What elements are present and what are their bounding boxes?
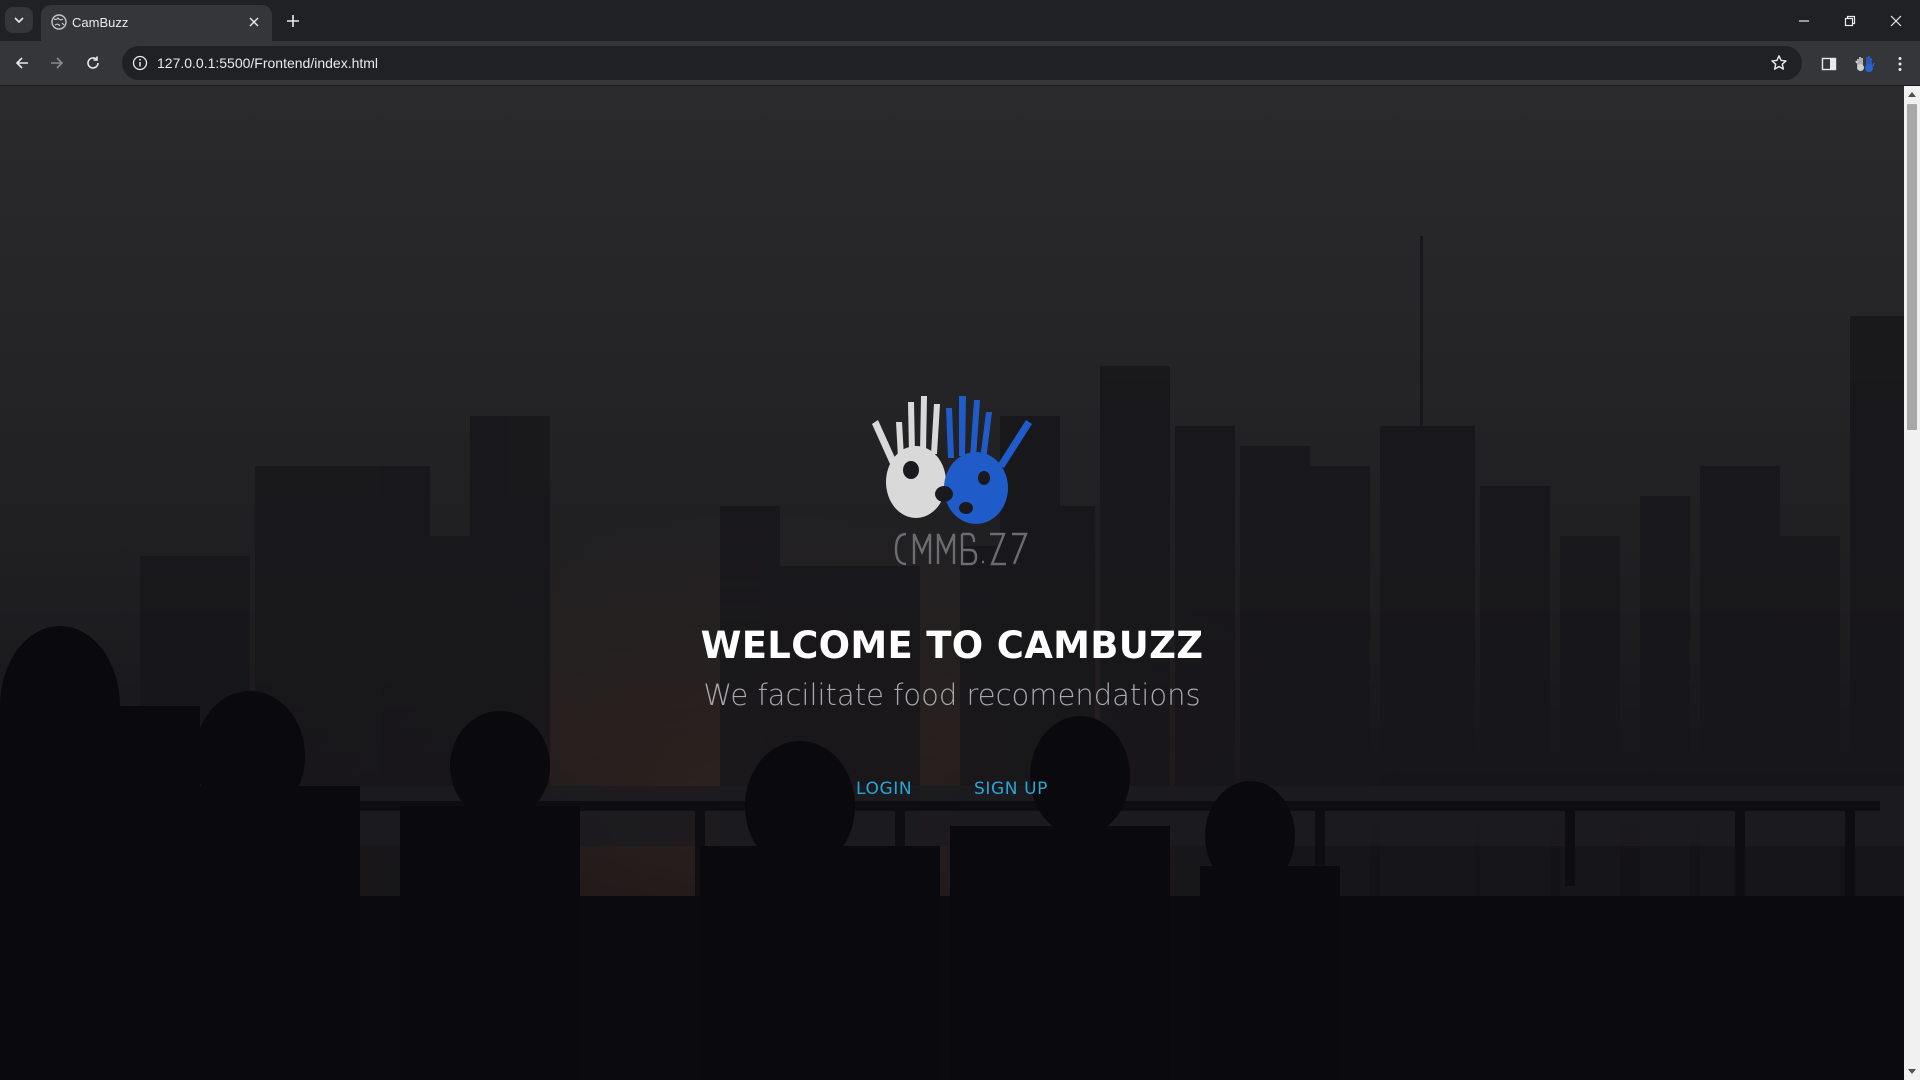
plus-icon bbox=[287, 15, 299, 27]
arrow-left-icon bbox=[15, 57, 28, 69]
page-viewport: WELCOME TO CAMBUZZ We facilitate food re… bbox=[0, 86, 1904, 1080]
star-icon bbox=[1771, 55, 1787, 70]
info-icon bbox=[132, 55, 148, 71]
more-vertical-icon bbox=[1898, 57, 1902, 71]
side-panel-button[interactable] bbox=[1815, 50, 1843, 78]
globe-icon bbox=[51, 14, 67, 30]
url-text: 127.0.0.1:5500/Frontend/index.html bbox=[157, 55, 379, 71]
login-link[interactable]: LOGIN bbox=[856, 779, 912, 799]
page-title: WELCOME TO CAMBUZZ bbox=[700, 624, 1204, 667]
new-tab-button[interactable] bbox=[281, 9, 305, 33]
tab-search-button[interactable] bbox=[5, 7, 33, 33]
close-icon bbox=[249, 17, 259, 27]
vertical-scrollbar[interactable] bbox=[1904, 86, 1920, 1080]
reload-icon bbox=[87, 56, 99, 69]
arrow-right-icon bbox=[51, 57, 64, 69]
tab-strip: CamBuzz bbox=[0, 0, 1920, 41]
scroll-up-button[interactable] bbox=[1904, 86, 1920, 102]
bookmark-button[interactable] bbox=[1768, 52, 1790, 74]
site-info-button[interactable] bbox=[128, 51, 152, 75]
browser-window: CamBuzz 127.0.0.1:5500/Frontend/index.ht… bbox=[0, 0, 1920, 1080]
restore-button[interactable] bbox=[1827, 0, 1873, 41]
triangle-down-icon bbox=[1908, 1069, 1916, 1074]
close-icon bbox=[1890, 15, 1902, 26]
tab-title: CamBuzz bbox=[72, 15, 129, 30]
scrollbar-thumb[interactable] bbox=[1907, 104, 1917, 430]
menu-button[interactable] bbox=[1886, 50, 1914, 78]
back-button[interactable] bbox=[7, 48, 37, 78]
address-bar[interactable]: 127.0.0.1:5500/Frontend/index.html bbox=[122, 46, 1802, 80]
cambuzz-logo bbox=[872, 396, 1032, 566]
extension-hands-icon bbox=[1855, 56, 1875, 72]
window-close-button[interactable] bbox=[1873, 0, 1919, 41]
signup-link[interactable]: SIGN UP bbox=[974, 779, 1048, 799]
extension-button[interactable] bbox=[1851, 50, 1879, 78]
tab-close-button[interactable] bbox=[244, 12, 264, 32]
hero-section: WELCOME TO CAMBUZZ We facilitate food re… bbox=[0, 86, 1904, 1080]
page-subtitle: We facilitate food recomendations bbox=[703, 678, 1201, 712]
triangle-up-icon bbox=[1908, 92, 1916, 97]
side-panel-icon bbox=[1821, 57, 1837, 71]
forward-button[interactable] bbox=[42, 48, 72, 78]
browser-toolbar: 127.0.0.1:5500/Frontend/index.html bbox=[0, 41, 1920, 86]
minimize-icon bbox=[1799, 19, 1809, 22]
minimize-button[interactable] bbox=[1781, 0, 1827, 41]
scroll-down-button[interactable] bbox=[1904, 1064, 1920, 1080]
chevron-down-icon bbox=[14, 17, 24, 24]
browser-tab[interactable]: CamBuzz bbox=[41, 5, 272, 41]
reload-button[interactable] bbox=[78, 48, 108, 78]
restore-icon bbox=[1844, 15, 1856, 26]
